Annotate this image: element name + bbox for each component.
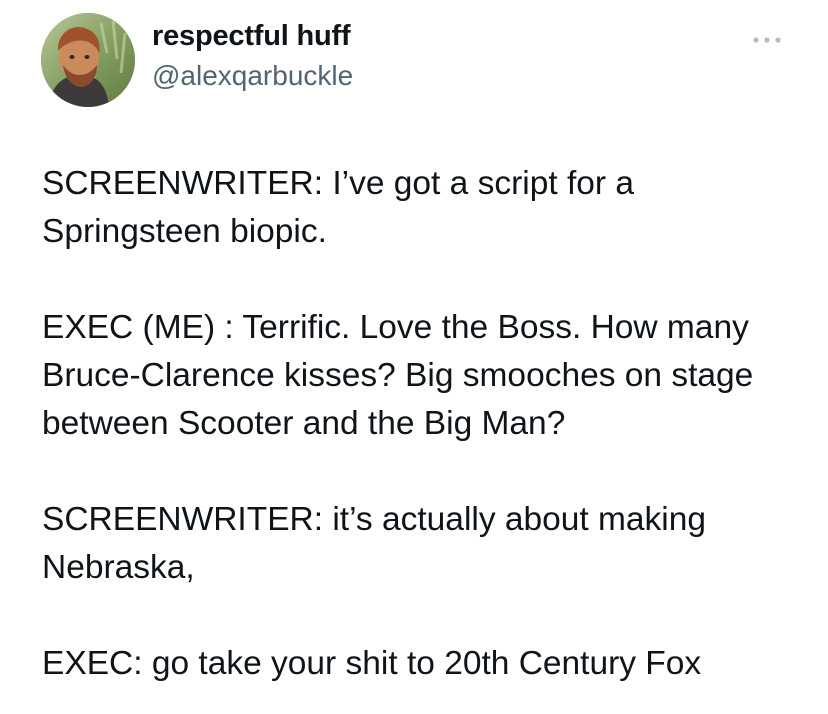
tweet-text: SCREENWRITER: I’ve got a script for a Sp… [42, 160, 812, 688]
author-display-name[interactable]: respectful huff [152, 20, 351, 53]
author-handle[interactable]: @alexqarbuckle [152, 60, 353, 92]
more-options-button[interactable] [748, 28, 786, 52]
user-avatar[interactable] [41, 13, 135, 107]
tweet-paragraph: EXEC (ME) : Terrific. Love the Boss. How… [42, 309, 754, 442]
avatar-photo-icon [41, 13, 135, 107]
more-options-icon [753, 37, 781, 43]
tweet-paragraph: SCREENWRITER: it’s actually about making… [42, 501, 707, 586]
tweet: respectful huff @alexqarbuckle SCREENWRI… [0, 0, 828, 714]
tweet-paragraph: EXEC: go take your shit to 20th Century … [42, 645, 702, 682]
tweet-paragraph: SCREENWRITER: I’ve got a script for a Sp… [42, 165, 634, 250]
